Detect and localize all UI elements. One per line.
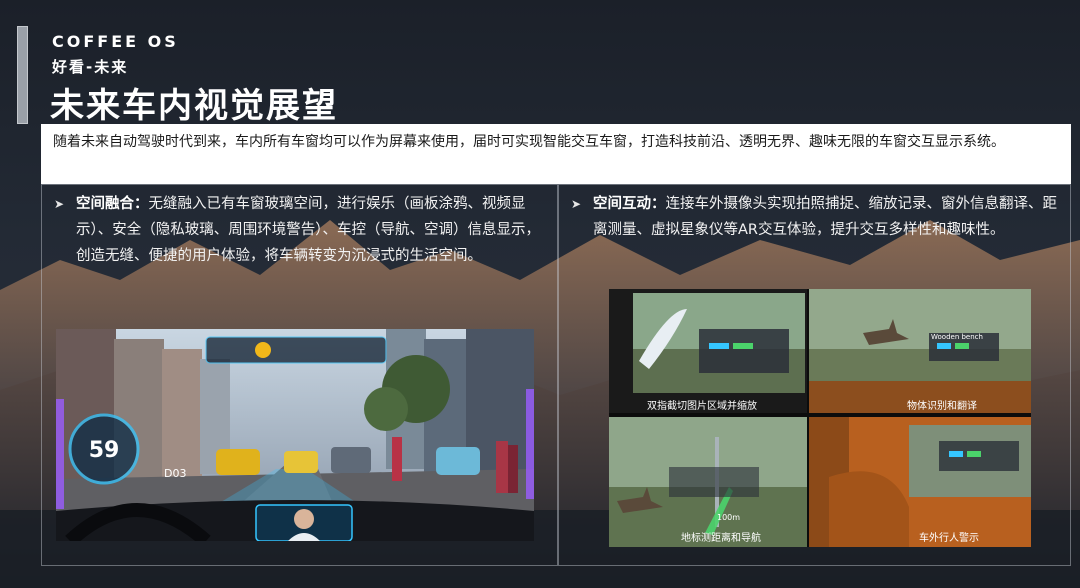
intro-box: 随着未来自动驾驶时代到来，车内所有车窗均可以作为屏幕来使用，届时可实现智能交互车… xyxy=(41,124,1071,184)
ar-distance-label: 100m xyxy=(717,513,741,522)
hud-speed: 59 xyxy=(89,438,120,463)
space-fusion-description: 空间融合：无缝融入已有车窗玻璃空间，进行娱乐（画板涂鸦、视频显示）、安全（隐私玻… xyxy=(76,191,545,269)
tagline: 好看-未来 xyxy=(52,58,129,76)
tile-pinch-zoom: 双指截切图片区域并缩放 xyxy=(609,289,807,413)
caption-landmark-distance: 地标测距离和导航 xyxy=(681,533,761,544)
street-hud-illustration: 59 D03 xyxy=(56,329,534,541)
ar-window-collage: 双指截切图片区域并缩放 物体识别和翻译 Wooden bench 地标测距离和导… xyxy=(609,289,1031,547)
space-fusion-label: 空间融合： xyxy=(76,196,149,212)
caption-object-recognition: 物体识别和翻译 xyxy=(907,401,977,412)
bullet-arrow-icon: ➤ xyxy=(54,197,65,211)
caption-pinch-zoom: 双指截切图片区域并缩放 xyxy=(647,401,757,412)
intro-text: 随着未来自动驾驶时代到来，车内所有车窗均可以作为屏幕来使用，届时可实现智能交互车… xyxy=(53,134,1005,150)
brand-name: COFFEE OS xyxy=(52,32,179,51)
caption-pedestrian-warning: 车外行人警示 xyxy=(919,533,979,544)
bullet-arrow-icon: ➤ xyxy=(571,197,582,211)
hud-gear: D03 xyxy=(164,467,186,480)
panel-space-fusion: ➤ 空间融合：无缝融入已有车窗玻璃空间，进行娱乐（画板涂鸦、视频显示）、安全（隐… xyxy=(41,184,558,566)
space-interaction-label: 空间互动： xyxy=(593,196,666,212)
panel-space-interaction: ➤ 空间互动：连接车外摄像头实现拍照捕捉、缩放记录、窗外信息翻译、距离测量、虚拟… xyxy=(558,184,1071,566)
tile-landmark-distance: 地标测距离和导航 100m xyxy=(609,417,807,547)
page-title: 未来车内视觉展望 xyxy=(50,86,338,126)
ar-object-label: Wooden bench xyxy=(931,333,983,341)
space-interaction-description: 空间互动：连接车外摄像头实现拍照捕捉、缩放记录、窗外信息翻译、距离测量、虚拟星象… xyxy=(593,191,1058,243)
tile-object-recognition: 物体识别和翻译 Wooden bench xyxy=(809,289,1031,413)
street-hud-image: 59 D03 xyxy=(56,329,534,541)
title-accent-bar xyxy=(17,26,28,124)
tile-pedestrian-warning: 车外行人警示 xyxy=(809,417,1031,547)
